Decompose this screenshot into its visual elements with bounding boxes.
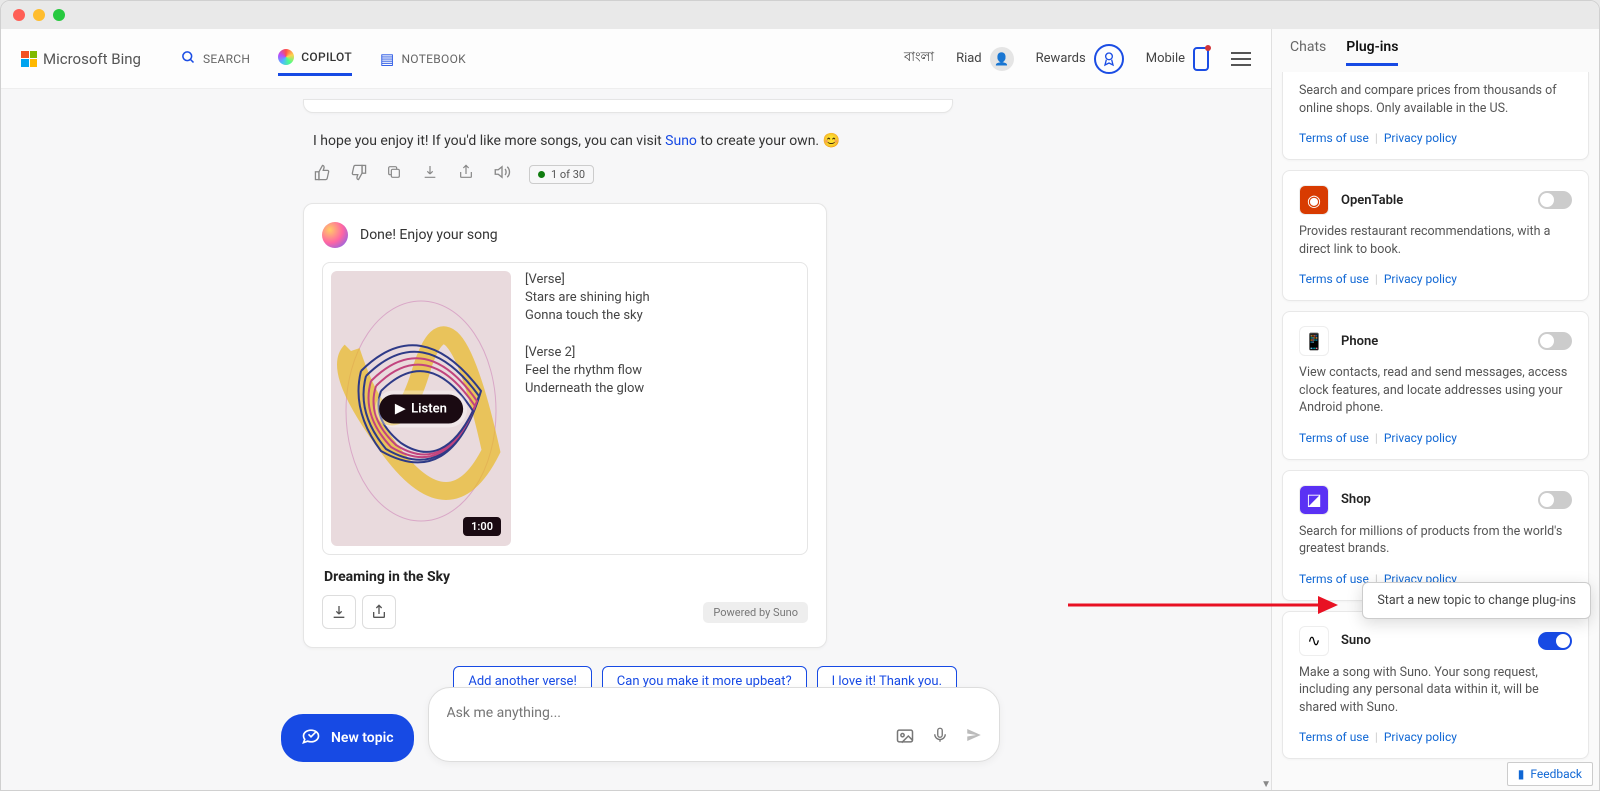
plugin-name: OpenTable <box>1341 193 1403 208</box>
plugin-toggle[interactable] <box>1538 191 1572 209</box>
new-topic-icon <box>301 726 321 750</box>
plugin-desc: Search for millions of products from the… <box>1299 523 1572 558</box>
sidebar-tab-chats[interactable]: Chats <box>1290 39 1326 66</box>
feedback-icon: ▮ <box>1518 767 1525 781</box>
plugin-desc: View contacts, read and send messages, a… <box>1299 364 1572 417</box>
app-header: Microsoft Bing SEARCH COPILOT ▤ <box>1 29 1271 89</box>
plugin-name: Shop <box>1341 492 1371 507</box>
plugins-list[interactable]: Search and compare prices from thousands… <box>1272 66 1599 790</box>
plugin-toggle[interactable] <box>1538 491 1572 509</box>
tab-search[interactable]: SEARCH <box>181 41 250 76</box>
plugin-opentable: ◉ OpenTable Provides restaurant recommenda… <box>1282 170 1589 301</box>
tab-notebook[interactable]: ▤ NOTEBOOK <box>380 41 466 76</box>
plugin-shop: ◪ Shop Search for millions of products fro… <box>1282 470 1589 601</box>
composer[interactable] <box>428 687 1000 762</box>
terms-link[interactable]: Terms of use <box>1299 431 1369 445</box>
image-upload-icon[interactable] <box>895 726 915 751</box>
plugin-icon: ◉ <box>1299 185 1329 215</box>
feedback-button[interactable]: ▮ Feedback <box>1507 762 1593 786</box>
copilot-icon <box>278 49 294 65</box>
window-title-bar <box>1 1 1599 29</box>
plugin-toggle[interactable] <box>1538 632 1572 650</box>
new-topic-button[interactable]: New topic <box>281 714 414 762</box>
assistant-message: I hope you enjoy it! If you'd like more … <box>313 133 1231 149</box>
rewards-label[interactable]: Rewards <box>1036 51 1086 66</box>
microsoft-icon <box>21 51 37 67</box>
read-aloud-icon[interactable] <box>493 163 511 185</box>
mobile-label[interactable]: Mobile <box>1146 51 1185 66</box>
plugin-phone: 📱 Phone View contacts, read and send messa… <box>1282 311 1589 460</box>
suno-icon <box>322 222 348 248</box>
composer-row: New topic <box>281 687 1231 762</box>
microphone-icon[interactable] <box>931 726 949 751</box>
share-song-button[interactable] <box>362 595 396 629</box>
play-icon: ▶ <box>395 401 405 416</box>
plugin-icon: 📱 <box>1299 326 1329 356</box>
chat-area: I hope you enjoy it! If you'd like more … <box>1 89 1271 790</box>
song-duration: 1:00 <box>463 517 501 536</box>
language-selector[interactable]: বাংলা <box>904 48 934 69</box>
powered-by-label: Powered by Suno <box>703 602 808 623</box>
terms-link[interactable]: Terms of use <box>1299 131 1369 145</box>
card-header-text: Done! Enjoy your song <box>360 227 498 243</box>
notebook-icon: ▤ <box>380 50 394 68</box>
plugin-desc: Provides restaurant recommendations, wit… <box>1299 223 1572 258</box>
user-name[interactable]: Riad <box>956 51 982 66</box>
privacy-link[interactable]: Privacy policy <box>1384 272 1457 286</box>
rewards-icon[interactable] <box>1094 44 1124 74</box>
plugin-suno: ∿ Suno Make a song with Suno. Your song re… <box>1282 611 1589 760</box>
minimize-window-icon[interactable] <box>33 9 45 21</box>
download-icon[interactable] <box>421 164 439 184</box>
thumbs-up-icon[interactable] <box>313 164 331 185</box>
maximize-window-icon[interactable] <box>53 9 65 21</box>
song-title: Dreaming in the Sky <box>324 569 808 585</box>
plugin-tooltip: Start a new topic to change plug-ins <box>1362 582 1591 619</box>
previous-message-bottom <box>303 99 953 113</box>
notification-dot-icon <box>1205 45 1211 51</box>
song-card: Done! Enjoy your song <box>303 203 827 648</box>
plugin-icon: ∿ <box>1299 626 1329 656</box>
terms-link[interactable]: Terms of use <box>1299 730 1369 744</box>
listen-button[interactable]: ▶ Listen <box>379 394 463 423</box>
song-cover[interactable]: ▶ Listen 1:00 <box>331 271 511 546</box>
copy-icon[interactable] <box>385 164 403 184</box>
thumbs-down-icon[interactable] <box>349 164 367 185</box>
tab-copilot[interactable]: COPILOT <box>278 41 352 76</box>
terms-link[interactable]: Terms of use <box>1299 572 1369 586</box>
suno-link[interactable]: Suno <box>665 133 697 149</box>
plugin-name: Suno <box>1341 633 1371 648</box>
hamburger-menu-icon[interactable] <box>1231 52 1251 66</box>
sidebar: Chats Plug-ins Search and compare prices… <box>1271 29 1599 790</box>
share-icon[interactable] <box>457 164 475 184</box>
song-lyrics: [Verse] Stars are shining high Gonna tou… <box>525 271 650 546</box>
download-song-button[interactable] <box>322 595 356 629</box>
privacy-link[interactable]: Privacy policy <box>1384 431 1457 445</box>
close-window-icon[interactable] <box>13 9 25 21</box>
chat-input[interactable] <box>447 705 981 721</box>
privacy-link[interactable]: Privacy policy <box>1384 131 1457 145</box>
plugin-desc: Search and compare prices from thousands… <box>1299 82 1572 117</box>
plugin-toggle[interactable] <box>1538 332 1572 350</box>
avatar-icon[interactable]: 👤 <box>990 47 1014 71</box>
terms-link[interactable]: Terms of use <box>1299 272 1369 286</box>
send-icon[interactable] <box>965 726 983 751</box>
search-icon <box>181 50 196 68</box>
message-actions: 1 of 30 <box>313 163 1231 185</box>
plugin-name: Phone <box>1341 334 1378 349</box>
plugin-truncated: Search and compare prices from thousands… <box>1282 72 1589 160</box>
plugin-desc: Make a song with Suno. Your song request… <box>1299 664 1572 717</box>
mobile-icon[interactable] <box>1193 47 1209 71</box>
plugin-icon: ◪ <box>1299 485 1329 515</box>
sidebar-tab-plugins[interactable]: Plug-ins <box>1346 39 1398 66</box>
bing-logo[interactable]: Microsoft Bing <box>21 50 141 68</box>
response-counter: 1 of 30 <box>529 165 594 184</box>
privacy-link[interactable]: Privacy policy <box>1384 730 1457 744</box>
logo-text: Microsoft Bing <box>43 50 141 68</box>
